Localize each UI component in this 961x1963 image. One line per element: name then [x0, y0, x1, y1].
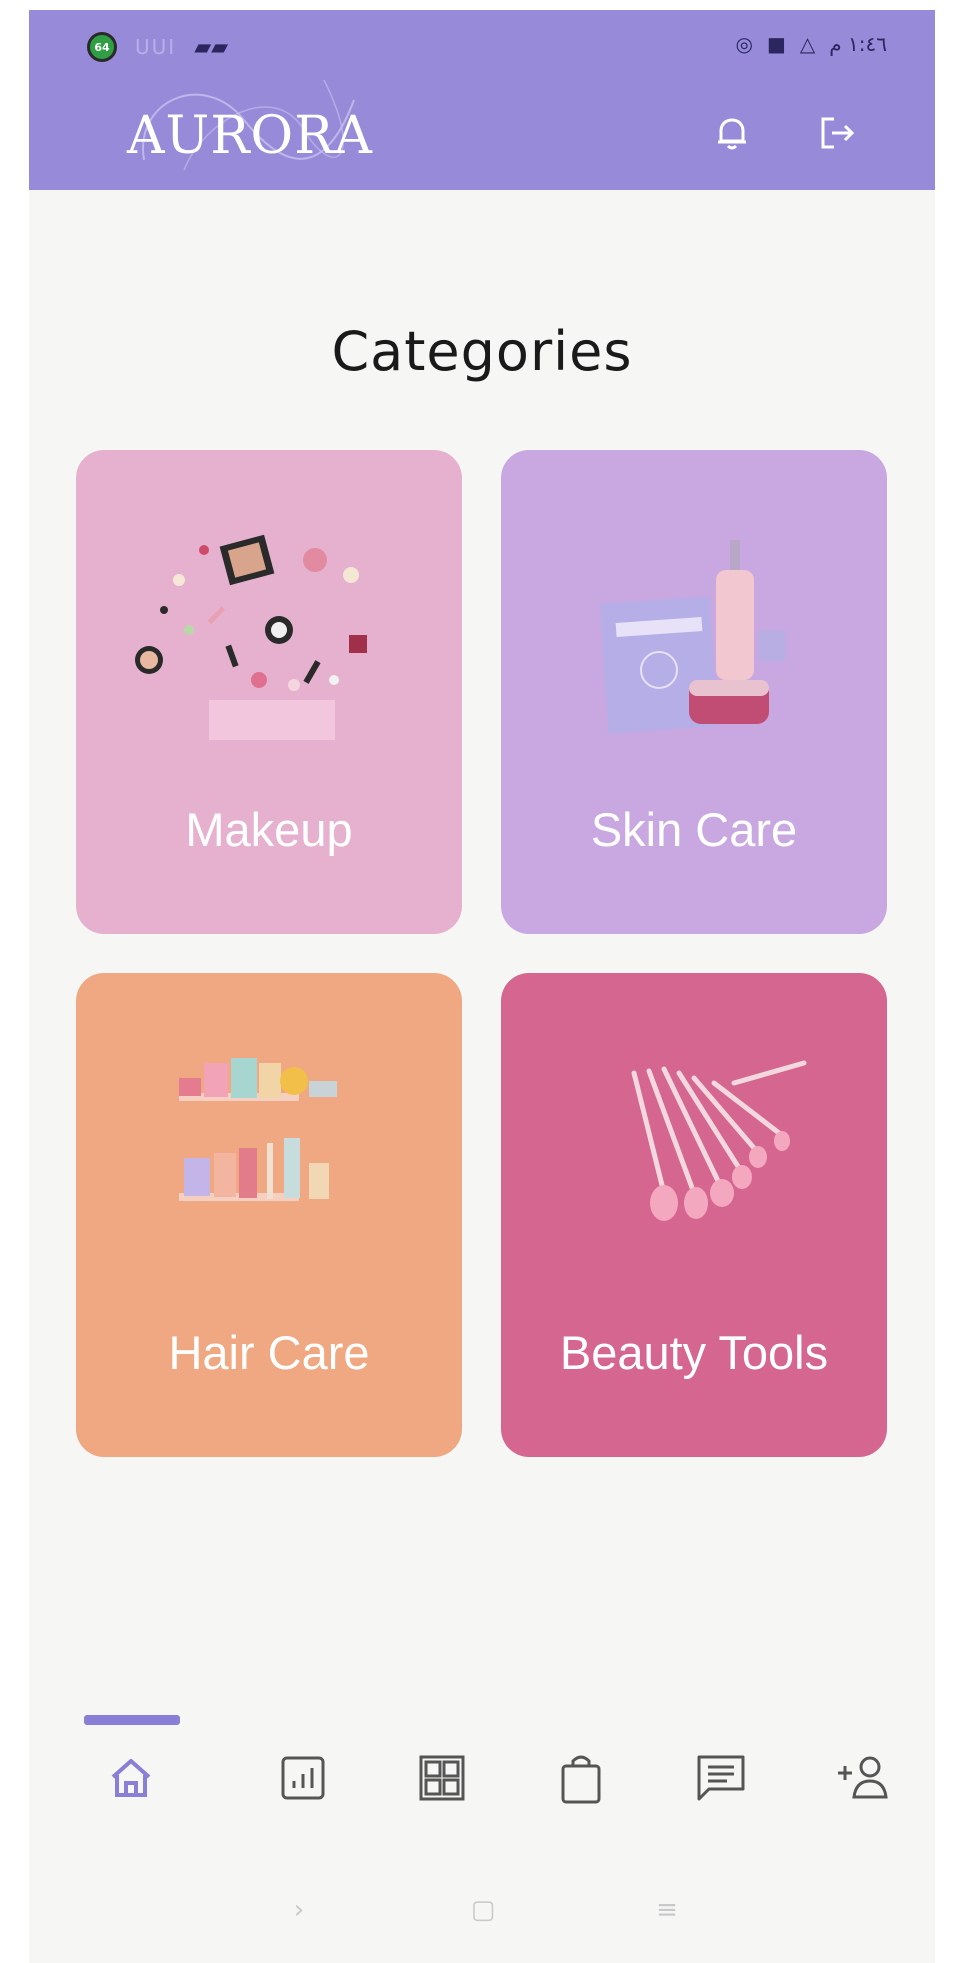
system-menu-button[interactable]: ≡	[647, 1890, 687, 1930]
add-user-icon	[838, 1756, 888, 1799]
dashboard-icon	[419, 1755, 465, 1801]
logout-icon	[821, 117, 855, 149]
category-label: Makeup	[185, 803, 353, 856]
hair-care-illustration	[179, 1058, 337, 1201]
status-badge: 64	[87, 32, 117, 62]
category-card-hair-care[interactable]: Hair Care	[76, 973, 462, 1457]
signal-icon: ▰▰	[194, 34, 229, 60]
home-icon	[111, 1759, 151, 1797]
app-header: 64 UUI ▰▰ ◎ ■ △ ١:٤٦ م AURORA	[29, 10, 935, 190]
category-label: Beauty Tools	[559, 1326, 829, 1379]
video-icon: ■	[766, 32, 786, 56]
bag-icon	[561, 1755, 601, 1804]
nav-stats[interactable]	[273, 1748, 333, 1808]
beauty-tools-illustration	[631, 1060, 807, 1221]
status-bar-right: ◎ ■ △ ١:٤٦ م	[736, 32, 887, 56]
stats-icon	[281, 1756, 325, 1800]
chat-icon	[697, 1755, 745, 1801]
category-card-beauty-tools[interactable]: Beauty Tools	[501, 973, 887, 1457]
notifications-button[interactable]	[709, 110, 755, 156]
nav-add-user[interactable]	[834, 1748, 894, 1808]
active-tab-indicator	[84, 1715, 180, 1725]
nav-bag[interactable]	[551, 1748, 611, 1808]
status-bar-left: 64 UUI ▰▰	[87, 32, 228, 62]
page-title: Categories	[331, 320, 633, 383]
system-home-button[interactable]: ▢	[463, 1890, 503, 1930]
system-back-button[interactable]: ›	[279, 1890, 319, 1930]
status-time: ١:٤٦ م	[829, 32, 887, 56]
status-text: UUI	[135, 35, 177, 59]
app-screen: 64 UUI ▰▰ ◎ ■ △ ١:٤٦ م AURORA Categories…	[29, 10, 935, 1963]
app-logo: AURORA	[127, 106, 373, 166]
nav-home[interactable]	[101, 1748, 161, 1808]
category-label: Skin Care	[590, 803, 798, 856]
system-navigation-bar: › ▢ ≡	[29, 1890, 935, 1950]
skin-care-illustration	[599, 540, 786, 734]
category-card-skin-care[interactable]: Skin Care	[501, 450, 887, 934]
category-card-makeup[interactable]: Makeup	[76, 450, 462, 934]
logout-button[interactable]	[815, 110, 861, 156]
nav-dashboard[interactable]	[412, 1748, 472, 1808]
nav-chat[interactable]	[691, 1748, 751, 1808]
drive-icon: △	[799, 32, 816, 56]
bell-icon	[718, 118, 746, 150]
category-label: Hair Care	[168, 1326, 370, 1379]
sync-icon: ◎	[735, 32, 753, 56]
makeup-illustration	[135, 534, 367, 740]
bottom-navigation	[29, 1700, 935, 1840]
